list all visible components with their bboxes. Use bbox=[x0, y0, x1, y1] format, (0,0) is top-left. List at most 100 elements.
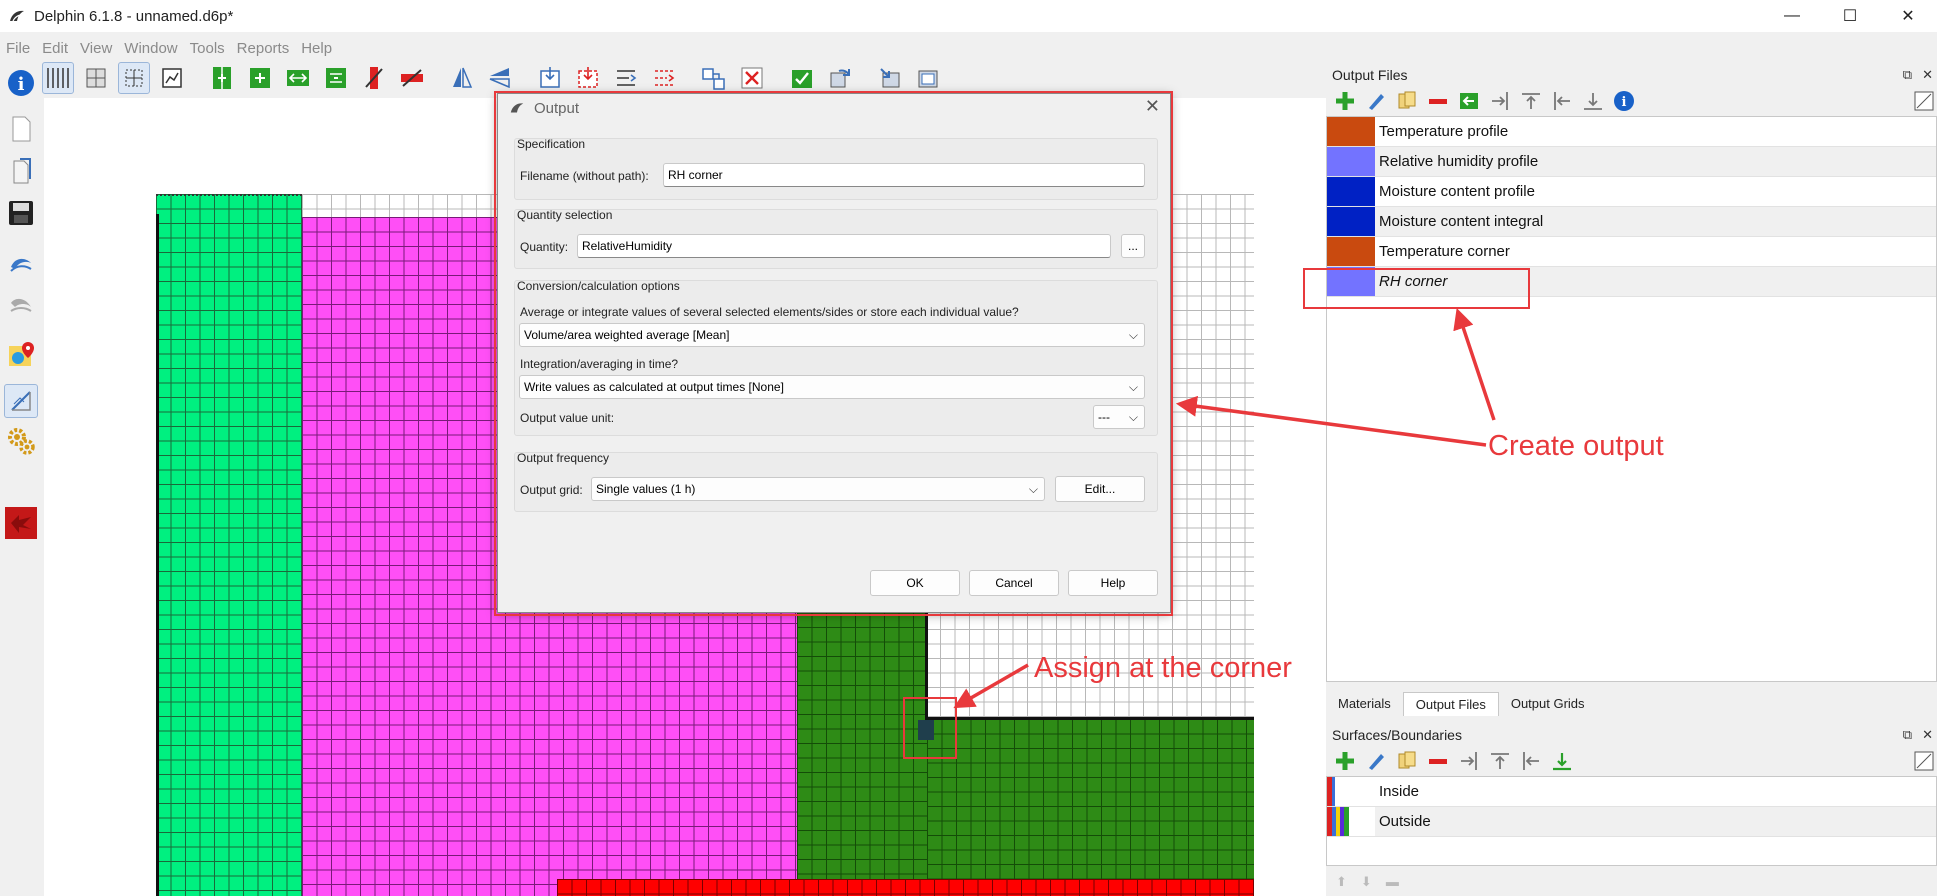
remove-surface-button[interactable] bbox=[1425, 748, 1451, 774]
align-left-button[interactable] bbox=[1549, 88, 1575, 114]
color-swatch bbox=[1327, 237, 1375, 266]
menu-file[interactable]: File bbox=[6, 40, 30, 57]
menu-edit[interactable]: Edit bbox=[42, 40, 68, 57]
surfaces-footer-icons: ⬆ ⬇ ▬ bbox=[1336, 874, 1399, 890]
menu-view[interactable]: View bbox=[80, 40, 112, 57]
material-layer-green[interactable] bbox=[156, 194, 302, 896]
undo-icon bbox=[10, 258, 32, 272]
undo-button[interactable] bbox=[4, 248, 38, 282]
view-options-button[interactable] bbox=[1911, 748, 1937, 774]
save-project-button[interactable] bbox=[4, 196, 38, 230]
info-button[interactable]: i bbox=[4, 66, 38, 100]
align-left-button[interactable] bbox=[1518, 748, 1544, 774]
grid-cell-view-button[interactable] bbox=[80, 62, 112, 94]
split-row-button[interactable] bbox=[320, 62, 352, 94]
delete-column-button[interactable] bbox=[358, 62, 390, 94]
move-up-icon[interactable]: ⬆ bbox=[1336, 874, 1347, 890]
tab-materials[interactable]: Materials bbox=[1326, 692, 1403, 716]
align-top-icon bbox=[1522, 93, 1540, 109]
align-top-button[interactable] bbox=[1487, 748, 1513, 774]
remove-material-button[interactable] bbox=[572, 62, 604, 94]
align-right-button[interactable] bbox=[1456, 748, 1482, 774]
assign-surface-button[interactable] bbox=[1549, 748, 1575, 774]
assign-corner-annotation: Assign at the corner bbox=[1034, 652, 1292, 684]
assign-material-button[interactable] bbox=[534, 62, 566, 94]
copy-surface-button[interactable] bbox=[1394, 748, 1420, 774]
float-icon[interactable]: ⧉ bbox=[1903, 67, 1912, 83]
list-item[interactable]: Outside bbox=[1327, 807, 1936, 837]
edit-surface-button[interactable] bbox=[1363, 748, 1389, 774]
close-button[interactable]: ✕ bbox=[1879, 0, 1937, 32]
simulation-settings-button[interactable] bbox=[4, 424, 38, 458]
list-item[interactable]: Moisture content integral bbox=[1327, 207, 1936, 237]
check-grid-button[interactable] bbox=[786, 62, 818, 94]
remove-icon[interactable]: ▬ bbox=[1386, 874, 1399, 890]
delphin-logo-icon bbox=[10, 10, 24, 22]
tab-output-files[interactable]: Output Files bbox=[1402, 692, 1499, 716]
align-right-button[interactable] bbox=[1487, 88, 1513, 114]
maximize-button[interactable]: ☐ bbox=[1821, 0, 1879, 32]
add-output-button[interactable] bbox=[1332, 88, 1358, 114]
edit-output-button[interactable] bbox=[1363, 88, 1389, 114]
assign-output-button[interactable] bbox=[698, 62, 730, 94]
assign-boundary-button[interactable] bbox=[610, 62, 642, 94]
minimize-button[interactable]: — bbox=[1763, 0, 1821, 32]
list-item[interactable]: Temperature corner bbox=[1327, 237, 1936, 267]
material-layer-red[interactable] bbox=[557, 879, 1254, 896]
open-project-button[interactable] bbox=[4, 154, 38, 188]
new-project-button[interactable] bbox=[4, 112, 38, 146]
close-panel-icon[interactable]: ✕ bbox=[1922, 727, 1933, 743]
menu-tools[interactable]: Tools bbox=[190, 40, 225, 57]
menu-reports[interactable]: Reports bbox=[237, 40, 290, 57]
align-bottom-button[interactable] bbox=[1580, 88, 1606, 114]
mirror-vertical-button[interactable] bbox=[446, 62, 478, 94]
remove-output-button[interactable] bbox=[736, 62, 768, 94]
delete-row-button[interactable] bbox=[396, 62, 428, 94]
view-options-button[interactable] bbox=[1911, 88, 1937, 114]
chart-view-button[interactable] bbox=[156, 62, 188, 94]
redo-button[interactable] bbox=[4, 288, 38, 322]
output-files-title: Output Files bbox=[1332, 67, 1408, 83]
list-item[interactable]: Temperature profile bbox=[1327, 117, 1936, 147]
remove-boundary-button[interactable] bbox=[648, 62, 680, 94]
output-info-button[interactable]: i bbox=[1611, 88, 1637, 114]
insert-row-button[interactable] bbox=[244, 62, 276, 94]
color-swatch bbox=[1327, 117, 1375, 146]
grid-cell-icon bbox=[86, 68, 106, 88]
assign-output-file-button[interactable] bbox=[1456, 88, 1482, 114]
copy-output-button[interactable] bbox=[1394, 88, 1420, 114]
list-item-label: Inside bbox=[1379, 783, 1420, 800]
material-layer-dark-green-horizontal[interactable] bbox=[927, 719, 1254, 896]
simulation-run-icon bbox=[5, 507, 37, 539]
grid-lines-view-button[interactable] bbox=[42, 62, 74, 94]
list-item[interactable]: Relative humidity profile bbox=[1327, 147, 1936, 177]
copy-icon bbox=[1398, 751, 1416, 769]
list-item[interactable]: Moisture content profile bbox=[1327, 177, 1936, 207]
import-geometry-button[interactable] bbox=[874, 62, 906, 94]
new-file-icon bbox=[12, 116, 31, 142]
insert-column-button[interactable] bbox=[206, 62, 238, 94]
run-simulation-button[interactable] bbox=[4, 506, 38, 540]
climate-map-button[interactable] bbox=[4, 338, 38, 372]
align-top-button[interactable] bbox=[1518, 88, 1544, 114]
menu-help[interactable]: Help bbox=[301, 40, 332, 57]
split-column-button[interactable] bbox=[282, 62, 314, 94]
add-surface-button[interactable] bbox=[1332, 748, 1358, 774]
tab-output-grids[interactable]: Output Grids bbox=[1499, 692, 1597, 716]
plus-icon bbox=[1336, 752, 1354, 770]
close-panel-icon[interactable]: ✕ bbox=[1922, 67, 1933, 83]
refresh-grid-button[interactable] bbox=[824, 62, 856, 94]
export-geometry-button[interactable] bbox=[912, 62, 944, 94]
move-down-icon[interactable]: ⬇ bbox=[1361, 874, 1372, 890]
list-item[interactable]: Inside bbox=[1327, 777, 1936, 807]
select-region-button[interactable] bbox=[118, 62, 150, 94]
remove-output-file-button[interactable] bbox=[1425, 88, 1451, 114]
chart-icon bbox=[162, 68, 182, 88]
remove-boundary-icon bbox=[655, 70, 675, 86]
construction-view-button[interactable] bbox=[4, 384, 38, 418]
menu-window[interactable]: Window bbox=[124, 40, 177, 57]
assign-output-icon bbox=[702, 68, 725, 90]
menu-bar: File Edit View Window Tools Reports Help bbox=[0, 36, 344, 60]
float-icon[interactable]: ⧉ bbox=[1903, 727, 1912, 743]
mirror-horizontal-button[interactable] bbox=[484, 62, 516, 94]
